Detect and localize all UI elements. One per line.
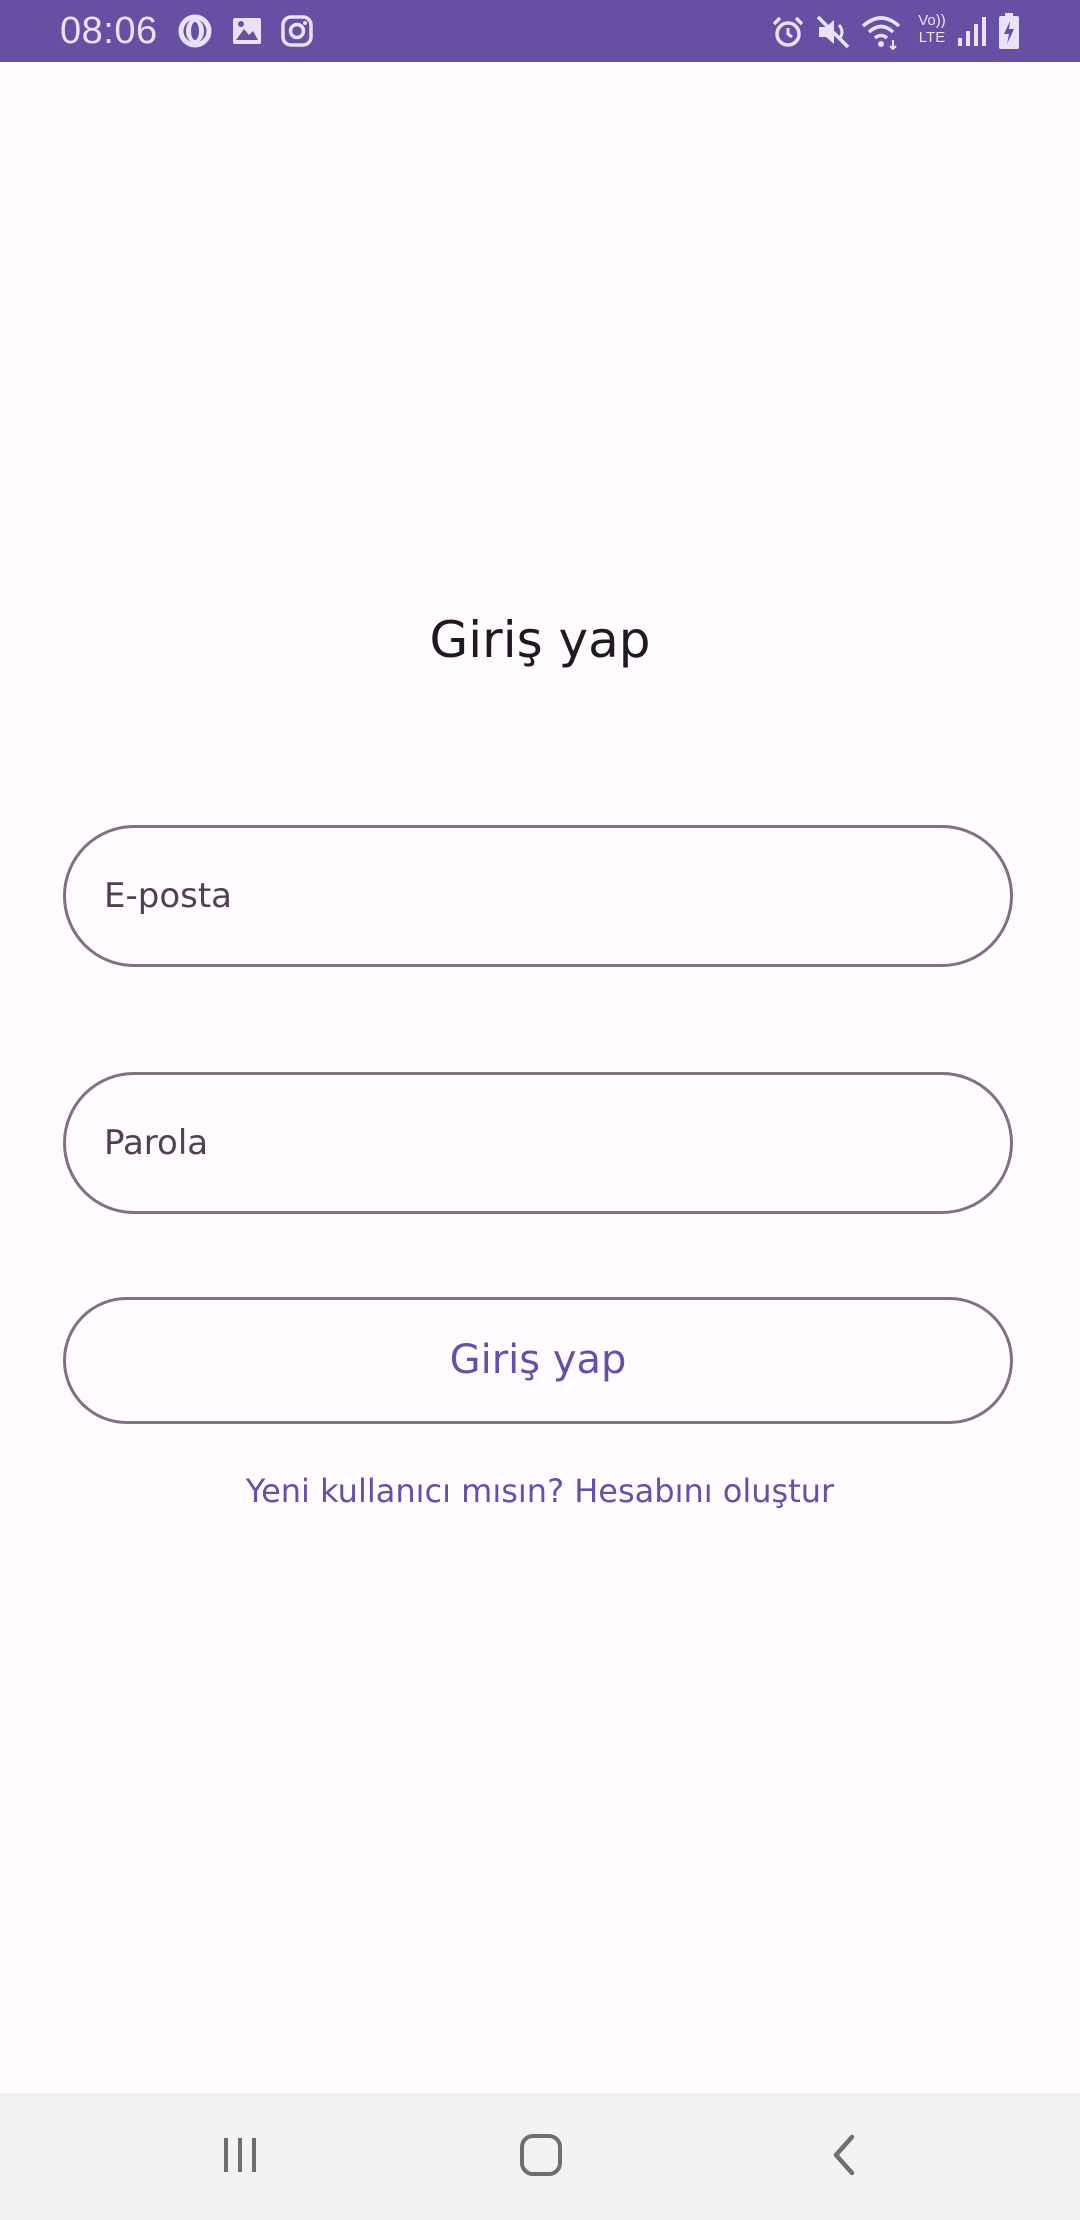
home-button[interactable] bbox=[481, 2093, 601, 2220]
volte-icon: Vo)) LTE bbox=[912, 12, 952, 46]
recent-apps-button[interactable] bbox=[180, 2093, 300, 2220]
gallery-icon bbox=[230, 14, 264, 48]
email-input[interactable] bbox=[104, 828, 964, 964]
recent-apps-icon bbox=[218, 2133, 262, 2181]
password-field-container bbox=[63, 1072, 1013, 1214]
navigation-bar bbox=[0, 2093, 1080, 2220]
battery-charging-icon bbox=[998, 12, 1020, 49]
status-time: 08:06 bbox=[60, 10, 158, 52]
wifi-icon bbox=[860, 14, 902, 50]
alarm-icon bbox=[770, 14, 806, 48]
back-button[interactable] bbox=[785, 2093, 905, 2220]
signal-icon bbox=[956, 14, 988, 48]
login-button[interactable]: Giriş yap bbox=[63, 1297, 1013, 1424]
register-link[interactable]: Yeni kullanıcı mısın? Hesabını oluştur bbox=[0, 1467, 1080, 1515]
volte-label-top: Vo)) bbox=[918, 12, 946, 29]
password-input[interactable] bbox=[104, 1075, 964, 1211]
instagram-icon bbox=[280, 14, 314, 48]
volte-label-bottom: LTE bbox=[918, 29, 946, 46]
home-icon bbox=[518, 2132, 564, 2182]
status-bar: 08:06 Vo)) LTE bbox=[0, 0, 1080, 62]
mute-icon bbox=[815, 14, 851, 49]
opera-icon bbox=[178, 14, 212, 48]
back-icon bbox=[825, 2132, 865, 2182]
email-field-container bbox=[63, 825, 1013, 967]
page-title: Giriş yap bbox=[429, 611, 651, 669]
